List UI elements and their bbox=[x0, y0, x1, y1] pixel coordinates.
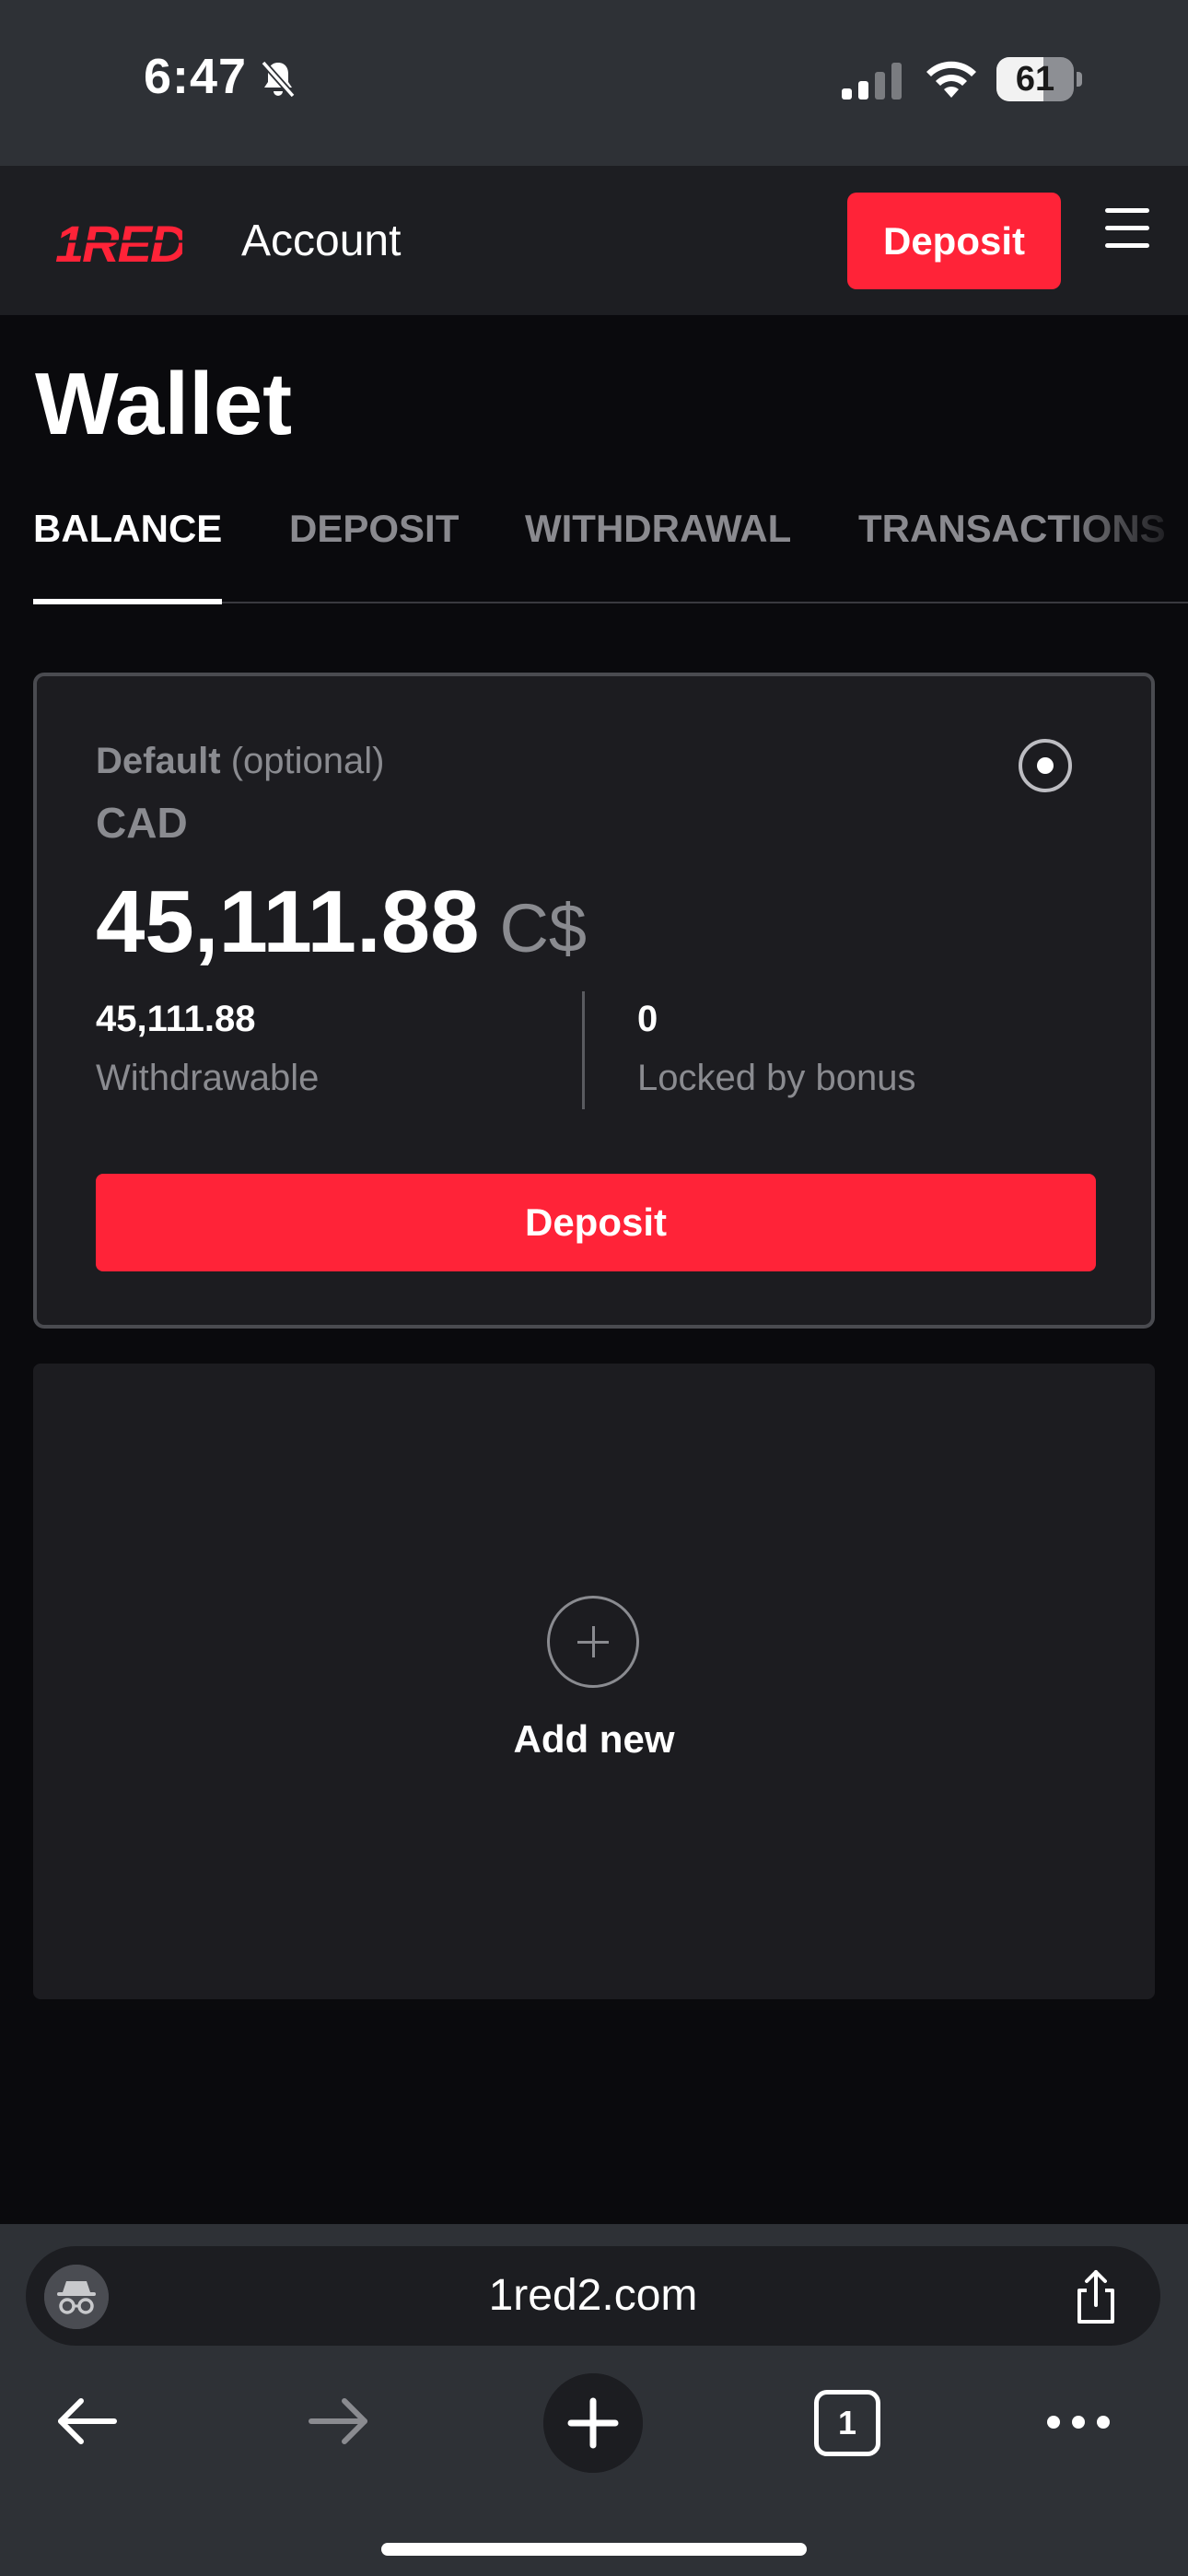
header-deposit-button[interactable]: Deposit bbox=[847, 193, 1061, 289]
battery-icon: 61 bbox=[996, 57, 1082, 101]
default-text: Default bbox=[96, 741, 221, 781]
wallet-balance: 45,111.88 C$ bbox=[96, 872, 587, 973]
url-text[interactable]: 1red2.com bbox=[26, 2246, 1160, 2346]
share-icon[interactable] bbox=[1068, 2268, 1124, 2327]
default-radio-icon[interactable] bbox=[1019, 739, 1072, 792]
wifi-icon bbox=[926, 61, 976, 98]
forward-arrow-icon[interactable] bbox=[306, 2388, 372, 2454]
more-options-icon[interactable] bbox=[1046, 2408, 1111, 2436]
optional-text: (optional) bbox=[230, 741, 385, 781]
wallet-deposit-button[interactable]: Deposit bbox=[96, 1174, 1096, 1271]
hamburger-menu-icon[interactable] bbox=[1105, 208, 1149, 251]
active-tab-indicator bbox=[33, 599, 222, 604]
tab-deposit[interactable]: DEPOSIT bbox=[289, 507, 459, 551]
account-link[interactable]: Account bbox=[241, 216, 401, 266]
battery-level: 61 bbox=[1015, 60, 1055, 99]
address-bar[interactable]: 1red2.com bbox=[26, 2246, 1160, 2346]
balance-divider bbox=[582, 991, 585, 1109]
new-tab-plus-icon[interactable] bbox=[543, 2373, 643, 2473]
app-header: 1RED Account Deposit bbox=[0, 166, 1188, 315]
status-bar: 6:47 61 bbox=[0, 0, 1188, 166]
status-time: 6:47 bbox=[144, 49, 248, 104]
balance-amount: 45,111.88 bbox=[96, 872, 480, 971]
incognito-icon[interactable] bbox=[44, 2265, 109, 2329]
currency-symbol: C$ bbox=[499, 890, 588, 966]
back-arrow-icon[interactable] bbox=[53, 2388, 120, 2454]
browser-toolbar: 1red2.com 1 bbox=[0, 2224, 1188, 2576]
add-wallet-card[interactable]: Add new bbox=[33, 1364, 1155, 1999]
signal-icon bbox=[842, 63, 902, 100]
locked-value: 0 bbox=[637, 999, 658, 1039]
add-new-label[interactable]: Add new bbox=[33, 1717, 1155, 1762]
wallet-card: Default (optional) CAD 45,111.88 C$ 45,11… bbox=[33, 673, 1155, 1329]
page-title: Wallet bbox=[35, 355, 293, 453]
tab-balance[interactable]: BALANCE bbox=[33, 507, 222, 551]
plus-circle-icon[interactable] bbox=[547, 1596, 639, 1688]
locked-label: Locked by bonus bbox=[637, 1058, 916, 1098]
tab-withdrawal[interactable]: WITHDRAWAL bbox=[525, 507, 791, 551]
default-label: Default (optional) bbox=[96, 741, 384, 782]
wallet-currency: CAD bbox=[96, 799, 188, 847]
withdrawable-value: 45,111.88 bbox=[96, 999, 256, 1039]
tab-count-button[interactable]: 1 bbox=[814, 2390, 880, 2456]
home-indicator[interactable] bbox=[381, 2543, 807, 2556]
bell-off-icon bbox=[261, 60, 296, 99]
wallet-tabs: BALANCE DEPOSIT WITHDRAWAL TRANSACTIONS bbox=[0, 498, 1188, 608]
withdrawable-label: Withdrawable bbox=[96, 1058, 320, 1098]
brand-logo[interactable]: 1RED bbox=[53, 214, 182, 269]
